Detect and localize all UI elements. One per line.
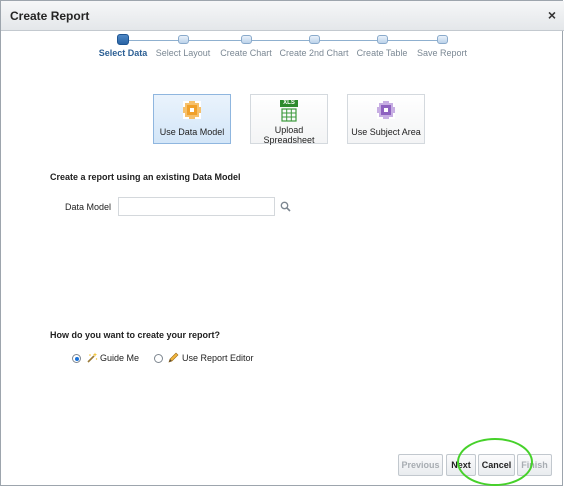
step-label: Create Chart: [220, 48, 272, 58]
tile-label: Use Subject Area: [351, 127, 421, 137]
step-train-line: [123, 40, 444, 41]
xls-badge: XLS: [283, 100, 295, 106]
use-subject-area-tile[interactable]: Use Subject Area: [347, 94, 425, 144]
creation-mode-heading: How do you want to create your report?: [50, 330, 221, 340]
step-label: Select Layout: [155, 48, 211, 58]
use-report-editor-radio[interactable]: [154, 354, 163, 363]
tile-label-line2: Spreadsheet: [263, 135, 315, 145]
search-icon[interactable]: [280, 201, 291, 212]
guide-me-label: Guide Me: [100, 353, 140, 363]
dialog-title: Create Report: [10, 9, 90, 23]
magic-wand-icon: [87, 352, 98, 363]
step-train: Select Data Select Layout Create Chart C…: [1, 33, 564, 63]
data-model-label: Data Model: [65, 202, 112, 212]
step-marker-icon: [437, 35, 448, 44]
cancel-button[interactable]: Cancel: [478, 454, 515, 476]
subject-area-icon: [377, 101, 395, 119]
use-report-editor-label: Use Report Editor: [182, 353, 254, 363]
step-marker-icon: [309, 35, 320, 44]
create-report-dialog: Create Report × Select Data Select Layou…: [0, 0, 564, 486]
close-button[interactable]: ×: [548, 7, 556, 23]
upload-spreadsheet-tile[interactable]: XLS Upload Spreadsheet: [250, 94, 328, 145]
step-label: Select Data: [98, 48, 148, 58]
step-marker-icon: [117, 34, 129, 45]
next-button[interactable]: Next: [446, 454, 476, 476]
step-label: Create 2nd Chart: [279, 48, 349, 58]
finish-button[interactable]: Finish: [517, 454, 552, 476]
step-label: Save Report: [416, 48, 468, 58]
dialog-titlebar: Create Report ×: [1, 1, 564, 31]
data-model-icon: [183, 101, 201, 119]
tile-label: Use Data Model: [159, 127, 225, 137]
step-marker-icon: [241, 35, 252, 44]
pencil-icon: [168, 352, 179, 363]
step-marker-icon: [178, 35, 189, 44]
tile-label: Upload: [274, 125, 304, 135]
data-model-heading: Create a report using an existing Data M…: [50, 172, 241, 182]
use-data-model-tile[interactable]: Use Data Model: [153, 94, 231, 144]
previous-button[interactable]: Previous: [398, 454, 443, 476]
data-model-input[interactable]: [118, 197, 275, 216]
step-label: Create Table: [356, 48, 408, 58]
step-marker-icon: [377, 35, 388, 44]
guide-me-radio[interactable]: [72, 354, 81, 363]
